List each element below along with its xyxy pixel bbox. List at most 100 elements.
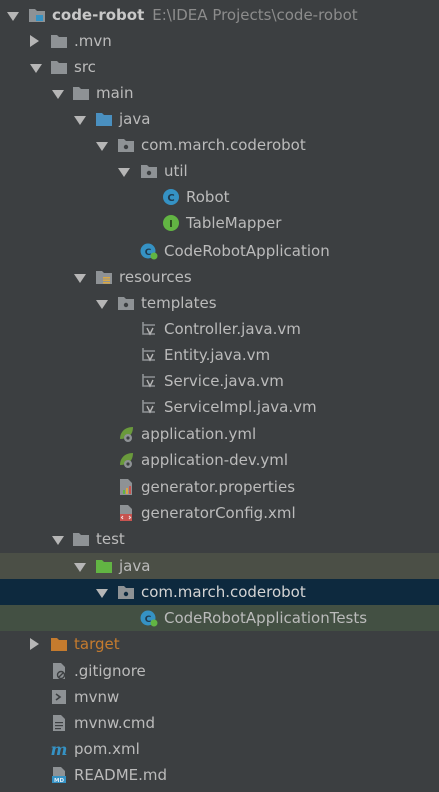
expand-arrow-icon[interactable] [96,299,108,309]
project-name: code-robot [52,6,145,24]
tree-item-label: CodeRobotApplication [164,242,330,260]
tree-item-label: Service.java.vm [164,372,284,390]
tree-item-label: test [96,530,125,548]
tree-row-test-package-selected[interactable]: com.march.coderobot [0,579,439,605]
tree-item-label: generatorConfig.xml [141,504,296,522]
tree-item-label: com.march.coderobot [141,583,306,601]
tree-item-label: generator.properties [141,478,296,496]
tree-row-entity-vm[interactable]: Entity.java.vm [0,342,439,368]
tree-row-templates[interactable]: templates [0,290,439,316]
tree-item-label: mvnw [74,688,120,706]
tree-row-readme-md[interactable]: MD README.md [0,762,439,788]
tree-item-label: util [164,162,188,180]
tree-item-label: java [119,110,151,128]
tree-row-mvn[interactable]: .mvn [0,28,439,54]
tree-row-robot[interactable]: C Robot [0,184,439,210]
tree-row-tablemapper[interactable]: I TableMapper [0,210,439,236]
package-icon [118,139,134,152]
interface-icon: I [163,215,179,231]
collapse-arrow-icon[interactable] [30,35,39,47]
tree-row-target[interactable]: target [0,631,439,657]
velocity-template-icon [142,348,155,362]
tree-row-main[interactable]: main [0,80,439,106]
markdown-file-icon: MD [52,767,66,784]
properties-file-icon [120,479,132,495]
tree-row-mvnw-cmd[interactable]: mvnw.cmd [0,710,439,736]
spring-config-icon [120,427,133,442]
shell-script-icon [52,690,66,704]
tree-item-label: resources [119,268,192,286]
folder-icon [73,87,89,100]
tree-item-label: application-dev.yml [141,451,289,469]
package-icon [118,586,134,599]
xml-file-icon [120,505,132,521]
tree-item-label: .mvn [74,32,112,50]
velocity-template-icon [142,400,155,414]
tree-row-resources[interactable]: resources [0,264,439,290]
tree-row-service-vm[interactable]: Service.java.vm [0,368,439,394]
expand-arrow-icon[interactable] [74,115,86,125]
package-icon [118,297,134,310]
tree-row-package[interactable]: com.march.coderobot [0,132,439,158]
tree-item-label: .gitignore [74,662,146,680]
folder-icon [51,35,67,48]
expand-arrow-icon[interactable] [74,562,86,572]
project-folder-icon [29,9,45,22]
excluded-folder-icon [51,638,67,651]
tree-row-gitignore[interactable]: .gitignore [0,658,439,684]
expand-arrow-icon[interactable] [52,535,64,545]
tree-row-controller-vm[interactable]: Controller.java.vm [0,316,439,342]
project-tree: code-robot E:\IDEA Projects\code-robot .m… [0,0,439,792]
source-folder-icon [96,113,112,126]
expand-arrow-icon[interactable] [118,167,130,177]
class-icon: C [163,189,179,205]
expand-arrow-icon[interactable] [74,273,86,283]
test-source-folder-icon [96,560,112,573]
tree-row-serviceimpl-vm[interactable]: ServiceImpl.java.vm [0,394,439,420]
tree-item-label: main [96,84,134,102]
expand-arrow-icon[interactable] [52,89,64,99]
tree-item-label: com.march.coderobot [141,136,306,154]
expand-arrow-icon[interactable] [30,63,42,73]
text-file-icon [53,715,65,731]
tree-item-label: application.yml [141,425,257,443]
expand-arrow-icon[interactable] [96,141,108,151]
tree-row-test[interactable]: test [0,526,439,552]
ignore-file-icon [53,663,66,680]
tree-row-project-root[interactable]: code-robot E:\IDEA Projects\code-robot [0,2,439,28]
tree-row-generatorconfig-xml[interactable]: generatorConfig.xml [0,500,439,526]
tree-row-application-dev-yml[interactable]: application-dev.yml [0,447,439,473]
tree-row-mvnw[interactable]: mvnw [0,684,439,710]
package-icon [141,165,157,178]
tree-row-java-main[interactable]: java [0,106,439,132]
tree-row-pom-xml[interactable]: m pom.xml [0,736,439,762]
tree-item-label: Entity.java.vm [164,346,271,364]
velocity-template-icon [142,322,155,336]
svg-text:I: I [169,219,173,230]
tree-row-src[interactable]: src [0,54,439,80]
tree-item-label: target [74,635,120,653]
tree-item-label: Controller.java.vm [164,320,301,338]
expand-arrow-icon[interactable] [96,588,108,598]
tree-row-util[interactable]: util [0,158,439,184]
tree-item-label: src [74,58,96,76]
tree-row-coderobotapplicationtests[interactable]: C CodeRobotApplicationTests [0,605,439,631]
resources-folder-icon [96,271,112,284]
tree-item-label: README.md [74,766,168,784]
tree-row-generator-properties[interactable]: generator.properties [0,474,439,500]
collapse-arrow-icon[interactable] [30,638,39,650]
expand-arrow-icon[interactable] [7,11,19,21]
tree-item-label: Robot [186,188,230,206]
tree-item-label: templates [141,294,217,312]
tree-row-java-test[interactable]: java [0,553,439,579]
tree-row-coderobotapplication[interactable]: C CodeRobotApplication [0,238,439,264]
tree-item-label: java [119,557,151,575]
folder-icon [73,533,89,546]
svg-text:m: m [51,740,68,758]
tree-item-label: mvnw.cmd [74,714,156,732]
spring-config-icon [120,453,133,468]
maven-icon: m [51,740,68,758]
tree-row-application-yml[interactable]: application.yml [0,421,439,447]
tree-item-label: ServiceImpl.java.vm [164,398,317,416]
svg-text:C: C [167,193,174,204]
